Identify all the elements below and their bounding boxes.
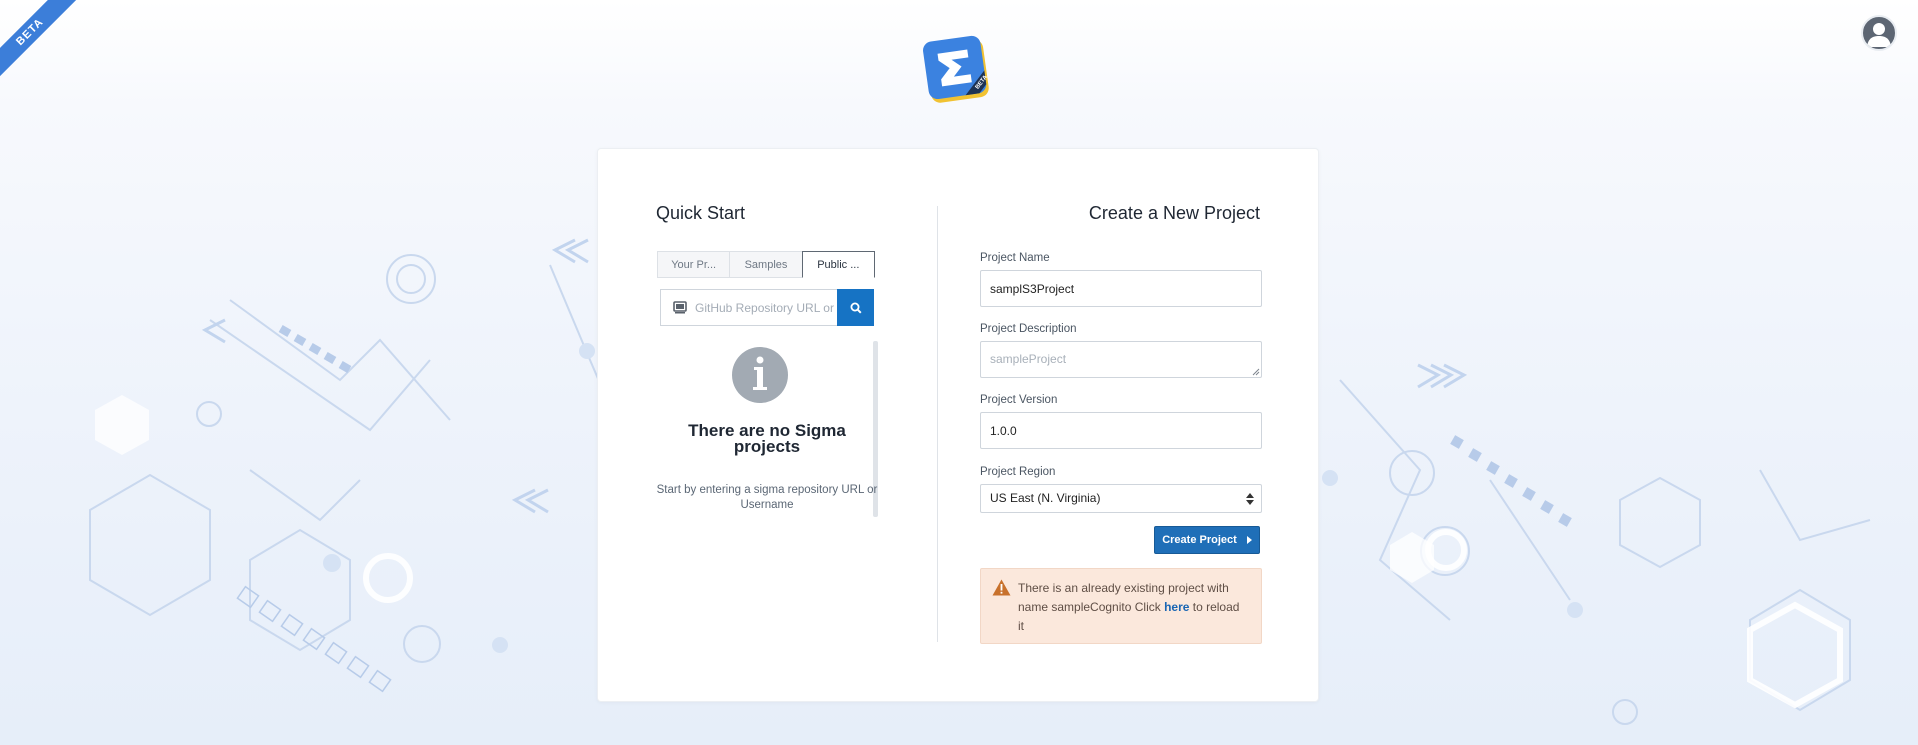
column-divider bbox=[937, 206, 938, 642]
project-name-input[interactable] bbox=[980, 270, 1262, 307]
empty-state-title: There are no Sigma projects bbox=[688, 421, 846, 456]
create-project-title: Create a New Project bbox=[1088, 203, 1260, 223]
search-icon bbox=[850, 302, 862, 314]
repository-search-field bbox=[660, 289, 837, 326]
beta-ribbon: BETA bbox=[0, 0, 90, 90]
tab-public-projects[interactable]: Public ... bbox=[801, 251, 875, 278]
quick-start-title: Quick Start bbox=[656, 203, 746, 223]
project-region-value: US East (N. Virginia) bbox=[990, 491, 1101, 505]
user-avatar-icon[interactable] bbox=[1861, 15, 1897, 51]
quick-start-tabs: Your Pr... Samples Public ... bbox=[657, 251, 875, 278]
resize-handle-icon[interactable] bbox=[1252, 368, 1260, 376]
sigma-beta-logo-icon: BETA bbox=[923, 35, 989, 103]
create-project-button[interactable]: Create Project bbox=[1154, 526, 1260, 554]
project-version-label: Project Version bbox=[980, 394, 1058, 406]
user-silhouette-icon bbox=[1867, 23, 1891, 47]
search-button[interactable] bbox=[837, 289, 874, 326]
warning-icon bbox=[992, 579, 1011, 596]
project-version-input[interactable] bbox=[980, 412, 1262, 449]
caret-right-icon bbox=[1246, 536, 1252, 544]
create-project-button-label: Create Project bbox=[1162, 534, 1237, 546]
reload-link[interactable]: here bbox=[1164, 600, 1189, 614]
project-card: Quick Start Your Pr... Samples Public ..… bbox=[597, 148, 1319, 702]
beta-ribbon-text: BETA bbox=[0, 0, 80, 82]
repository-search bbox=[660, 289, 874, 326]
empty-state-text: Start by entering a sigma repository URL… bbox=[656, 484, 878, 511]
project-description-label: Project Description bbox=[980, 323, 1077, 335]
existing-project-alert: There is an already existing project wit… bbox=[980, 568, 1262, 644]
tab-your-projects[interactable]: Your Pr... bbox=[657, 251, 730, 278]
alert-message: There is an already existing project wit… bbox=[1018, 579, 1248, 636]
tab-samples[interactable]: Samples bbox=[729, 251, 802, 278]
project-description-input[interactable] bbox=[980, 341, 1262, 378]
repository-search-input[interactable] bbox=[695, 300, 835, 315]
info-icon bbox=[732, 347, 788, 403]
project-region-label: Project Region bbox=[980, 466, 1056, 478]
book-icon bbox=[673, 301, 687, 314]
select-arrows-icon bbox=[1246, 493, 1254, 505]
project-region-select[interactable]: US East (N. Virginia) bbox=[980, 484, 1262, 513]
project-name-label: Project Name bbox=[980, 252, 1050, 264]
